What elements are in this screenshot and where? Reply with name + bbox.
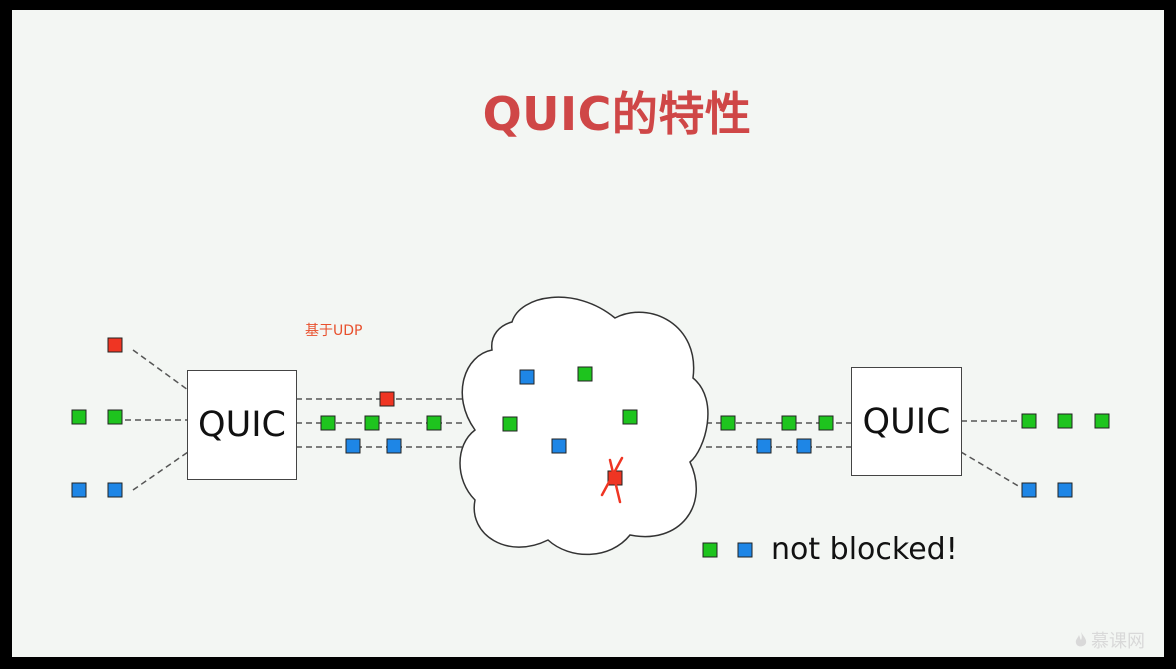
legend-blue-icon (737, 542, 753, 558)
packet-blue (519, 369, 535, 385)
watermark-text: 慕课网 (1091, 631, 1145, 652)
packet-green (818, 415, 834, 431)
left-red-link (132, 349, 189, 391)
packet-green (720, 415, 736, 431)
packet-blue (1057, 482, 1073, 498)
legend-green-icon (702, 542, 718, 558)
packet-green (1094, 413, 1110, 429)
packet-blue (796, 438, 812, 454)
right-blue-link (960, 451, 1021, 488)
packet-blue (345, 438, 361, 454)
quic-box-left: QUIC (187, 370, 297, 480)
packet-green (1021, 413, 1037, 429)
packet-green (1057, 413, 1073, 429)
watermark: 慕课网 (1074, 627, 1145, 653)
packet-green (781, 415, 797, 431)
packet-blue (756, 438, 772, 454)
flame-icon (1075, 632, 1087, 647)
network-cloud (459, 296, 709, 556)
packet-blue (71, 482, 87, 498)
left-blue-link (132, 451, 189, 491)
packet-green (426, 415, 442, 431)
packet-blue (107, 482, 123, 498)
quic-box-right-label: QUIC (862, 401, 951, 442)
packet-red (379, 391, 395, 407)
quic-box-left-label: QUIC (198, 405, 286, 445)
quic-box-right: QUIC (851, 367, 962, 476)
packet-blue (551, 438, 567, 454)
quic-diagram (71, 296, 1110, 558)
packet-green (622, 409, 638, 425)
packet-green (502, 416, 518, 432)
packet-blue (386, 438, 402, 454)
packet-green (71, 409, 87, 425)
legend-label: not blocked! (771, 532, 958, 567)
packet-red (107, 337, 123, 353)
packet-green (577, 366, 593, 382)
packet-green (320, 415, 336, 431)
packet-green (364, 415, 380, 431)
packet-blue (1021, 482, 1037, 498)
packet-green (107, 409, 123, 425)
